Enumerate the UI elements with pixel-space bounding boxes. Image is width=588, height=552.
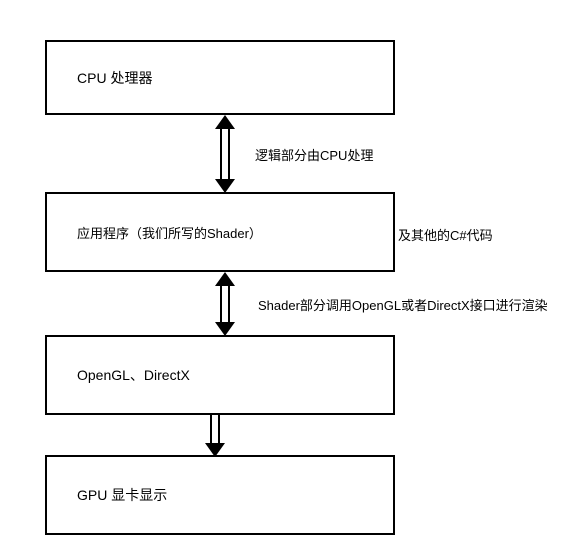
box-cpu-label: CPU 处理器	[77, 68, 152, 88]
arrow-bidirectional-2	[210, 272, 240, 336]
box-api: OpenGL、DirectX	[45, 335, 395, 415]
label-logic: 逻辑部分由CPU处理	[255, 145, 373, 164]
box-cpu: CPU 处理器	[45, 40, 395, 115]
box-app: 应用程序（我们所写的Shader）	[45, 192, 395, 272]
box-app-label: 应用程序（我们所写的Shader）	[77, 223, 262, 242]
box-gpu: GPU 显卡显示	[45, 455, 395, 535]
box-api-label: OpenGL、DirectX	[77, 365, 190, 385]
arrow-bidirectional-1	[210, 115, 240, 193]
box-app-suffix: 及其他的C#代码	[398, 225, 493, 244]
arrow-down-1	[200, 415, 230, 457]
box-gpu-label: GPU 显卡显示	[77, 485, 167, 505]
label-shader: Shader部分调用OpenGL或者DirectX接口进行渲染	[258, 295, 548, 314]
